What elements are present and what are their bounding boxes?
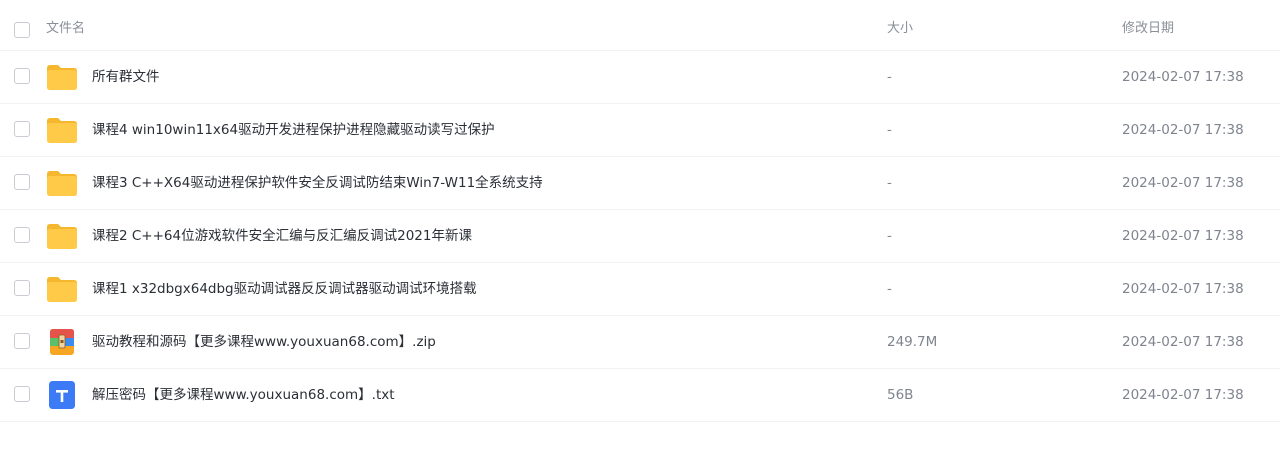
file-date: 2024-02-07 17:38 (1122, 175, 1244, 191)
file-date: 2024-02-07 17:38 (1122, 281, 1244, 297)
file-date: 2024-02-07 17:38 (1122, 228, 1244, 244)
file-name-link[interactable]: 驱动教程和源码【更多课程www.youxuan68.com】.zip (92, 333, 436, 352)
table-header: 文件名 大小 修改日期 (0, 0, 1280, 51)
file-size: - (887, 122, 892, 138)
table-row[interactable]: 所有群文件 - 2024-02-07 17:38 (0, 51, 1280, 104)
column-header-date[interactable]: 修改日期 (1122, 20, 1174, 38)
row-checkbox[interactable] (14, 280, 30, 296)
folder-icon (47, 171, 77, 196)
file-size: 56B (887, 387, 914, 403)
file-name-link[interactable]: 所有群文件 (92, 68, 160, 87)
file-name-link[interactable]: 课程2 C++64位游戏软件安全汇编与反汇编反调试2021年新课 (92, 227, 472, 246)
file-size: - (887, 281, 892, 297)
file-size: 249.7M (887, 334, 938, 350)
file-date: 2024-02-07 17:38 (1122, 69, 1244, 85)
select-all-checkbox[interactable] (14, 22, 30, 38)
folder-icon (47, 118, 77, 143)
row-checkbox[interactable] (14, 333, 30, 349)
column-header-name[interactable]: 文件名 (46, 20, 85, 38)
file-size: - (887, 175, 892, 191)
file-name-link[interactable]: 解压密码【更多课程www.youxuan68.com】.txt (92, 386, 395, 405)
table-row[interactable]: 课程3 C++X64驱动进程保护软件安全反调试防结束Win7-W11全系统支持 … (0, 157, 1280, 210)
row-checkbox[interactable] (14, 227, 30, 243)
file-date: 2024-02-07 17:38 (1122, 122, 1244, 138)
row-checkbox[interactable] (14, 68, 30, 84)
file-name-link[interactable]: 课程4 win10win11x64驱动开发进程保护进程隐藏驱动读写过保护 (92, 121, 495, 140)
file-table: 文件名 大小 修改日期 所有群文件 - 2024-02-07 17:38 课程4… (0, 0, 1280, 422)
file-size: - (887, 69, 892, 85)
file-date: 2024-02-07 17:38 (1122, 387, 1244, 403)
table-row[interactable]: 解压密码【更多课程www.youxuan68.com】.txt 56B 2024… (0, 369, 1280, 422)
file-name-link[interactable]: 课程1 x32dbgx64dbg驱动调试器反反调试器驱动调试环境搭载 (92, 280, 477, 299)
row-checkbox[interactable] (14, 386, 30, 402)
table-row[interactable]: 课程2 C++64位游戏软件安全汇编与反汇编反调试2021年新课 - 2024-… (0, 210, 1280, 263)
row-checkbox[interactable] (14, 174, 30, 190)
column-header-size[interactable]: 大小 (887, 20, 913, 38)
table-row[interactable]: 课程4 win10win11x64驱动开发进程保护进程隐藏驱动读写过保护 - 2… (0, 104, 1280, 157)
text-file-icon (49, 381, 75, 409)
table-row[interactable]: 课程1 x32dbgx64dbg驱动调试器反反调试器驱动调试环境搭载 - 202… (0, 263, 1280, 316)
folder-icon (47, 65, 77, 90)
file-size: - (887, 228, 892, 244)
folder-icon (47, 224, 77, 249)
file-name-link[interactable]: 课程3 C++X64驱动进程保护软件安全反调试防结束Win7-W11全系统支持 (92, 174, 543, 193)
row-checkbox[interactable] (14, 121, 30, 137)
folder-icon (47, 277, 77, 302)
file-date: 2024-02-07 17:38 (1122, 334, 1244, 350)
table-row[interactable]: 驱动教程和源码【更多课程www.youxuan68.com】.zip 249.7… (0, 316, 1280, 369)
zip-archive-icon (50, 329, 74, 355)
